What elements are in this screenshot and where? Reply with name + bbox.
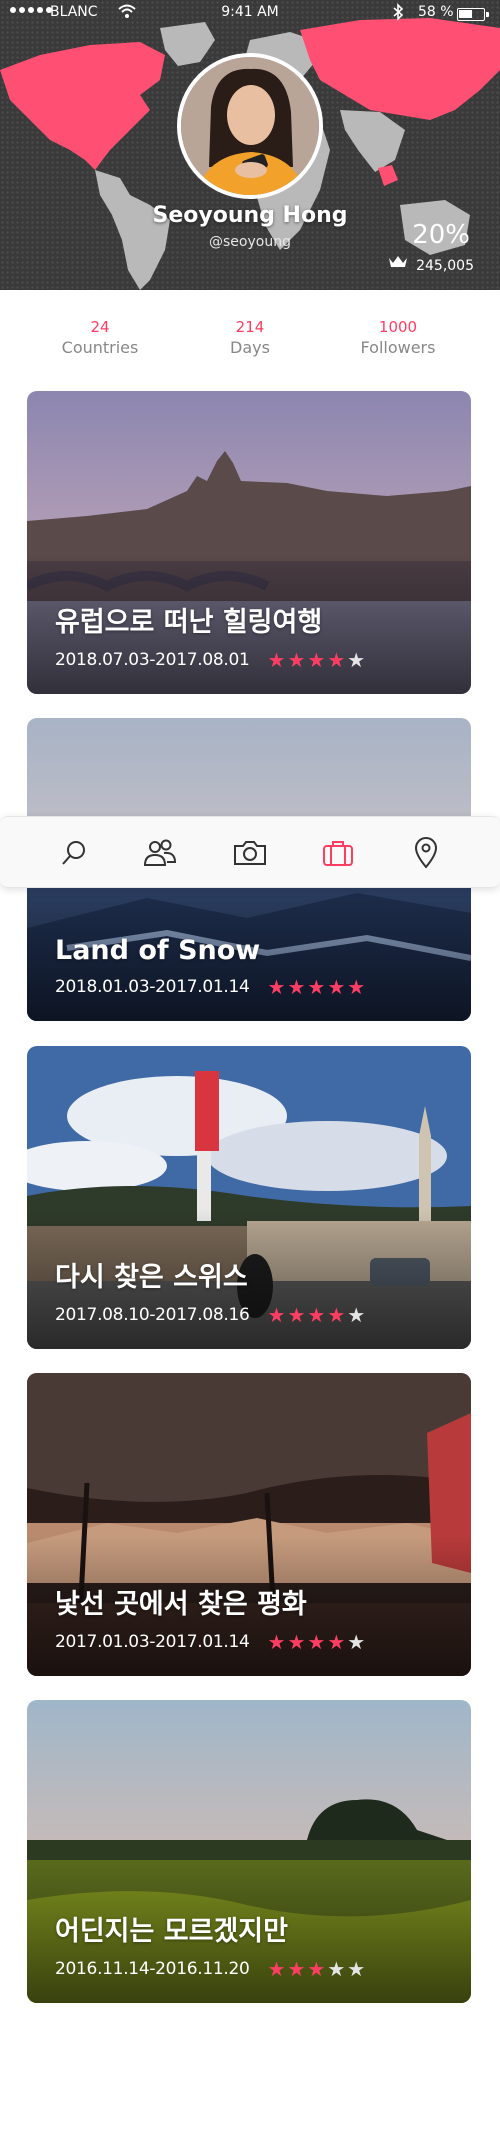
star-filled-icon: ★ [267,1630,286,1654]
star-filled-icon: ★ [327,975,346,999]
stat-value: 24 [90,318,110,336]
stat-value: 1000 [378,318,418,336]
star-empty-icon: ★ [347,1303,366,1327]
trip-dates: 2016.11.14-2016.11.20 [55,1959,250,1979]
trip-card[interactable]: 낯선 곳에서 찾은 평화 2017.01.03-2017.01.14 ★ ★ ★ ★ ★ [27,1373,471,1676]
crown-icon [389,256,407,267]
tab-camera[interactable] [228,831,272,875]
profile-score: 245,005 [416,258,474,274]
star-empty-icon: ★ [347,1957,366,1981]
people-icon [143,839,177,866]
profile-header: BLANC 9:41 AM 58 % Seoyoung Hong @seoyou… [0,0,500,290]
star-filled-icon: ★ [307,1957,326,1981]
star-filled-icon: ★ [307,1303,326,1327]
star-filled-icon: ★ [307,975,326,999]
trip-title: 어딘지는 모르겠지만 [55,1916,288,1947]
star-empty-icon: ★ [347,648,366,672]
stat-label: Followers [360,338,436,357]
tab-trips[interactable] [316,831,360,875]
stat-value: 214 [235,318,265,336]
trip-meta: 2016.11.14-2016.11.20 ★ ★ ★ ★ ★ [55,1959,365,1979]
trip-rating: ★ ★ ★ ★ ★ [268,1632,366,1652]
star-filled-icon: ★ [327,1303,346,1327]
trip-meta: 2017.01.03-2017.01.14 ★ ★ ★ ★ ★ [55,1632,365,1652]
trip-title: 낯선 곳에서 찾은 평화 [55,1589,307,1620]
trip-card[interactable]: 다시 찾은 스위스 2017.08.10-2017.08.16 ★ ★ ★ ★ ★ [27,1046,471,1349]
bluetooth-icon [393,3,404,21]
star-filled-icon: ★ [287,1957,306,1981]
trip-rating: ★ ★ ★ ★ ★ [268,977,366,997]
star-filled-icon: ★ [287,648,306,672]
search-icon [62,841,85,865]
tab-people[interactable] [138,831,182,875]
suitcase-icon [323,841,353,866]
trip-dates: 2017.08.10-2017.08.16 [55,1305,250,1325]
stat-followers[interactable]: 1000 Followers [328,318,468,357]
tab-location[interactable] [404,831,448,875]
stat-countries[interactable]: 24 Countries [30,318,170,357]
bottom-tab-bar [0,816,500,888]
location-pin-icon [414,837,438,869]
profile-avatar[interactable] [177,53,323,199]
trip-title: Land of Snow [55,935,261,966]
avatar-portrait [181,57,319,195]
star-filled-icon: ★ [327,648,346,672]
trip-meta: 2018.01.03-2017.01.14 ★ ★ ★ ★ ★ [55,977,365,997]
star-filled-icon: ★ [267,975,286,999]
progress-percent: 20% [412,220,470,250]
trip-dates: 2018.07.03-2017.08.01 [55,650,250,670]
star-empty-icon: ★ [327,1957,346,1981]
star-filled-icon: ★ [287,975,306,999]
profile-stats: 24 Countries 214 Days 1000 Followers [0,318,500,362]
tab-search[interactable] [52,831,96,875]
trip-rating: ★ ★ ★ ★ ★ [268,650,366,670]
trip-card[interactable]: 유럽으로 떠난 힐링여행 2018.07.03-2017.08.01 ★ ★ ★ ★ ★ [27,391,471,694]
star-filled-icon: ★ [307,1630,326,1654]
trip-meta: 2018.07.03-2017.08.01 ★ ★ ★ ★ ★ [55,650,365,670]
star-filled-icon: ★ [307,648,326,672]
star-filled-icon: ★ [327,1630,346,1654]
star-filled-icon: ★ [267,1957,286,1981]
stat-label: Countries [61,338,139,357]
trip-card[interactable]: 어딘지는 모르겠지만 2016.11.14-2016.11.20 ★ ★ ★ ★ ★ [27,1700,471,2003]
star-filled-icon: ★ [287,1303,306,1327]
trip-dates: 2017.01.03-2017.01.14 [55,1632,250,1652]
trip-title: 다시 찾은 스위스 [55,1262,248,1293]
star-filled-icon: ★ [287,1630,306,1654]
star-filled-icon: ★ [267,648,286,672]
star-filled-icon: ★ [347,975,366,999]
trip-rating: ★ ★ ★ ★ ★ [268,1305,366,1325]
stat-label: Days [230,338,270,357]
star-empty-icon: ★ [347,1630,366,1654]
trip-meta: 2017.08.10-2017.08.16 ★ ★ ★ ★ ★ [55,1305,365,1325]
star-filled-icon: ★ [267,1303,286,1327]
status-bar: BLANC 9:41 AM 58 % [0,0,500,28]
battery-icon [457,8,489,21]
stat-days[interactable]: 214 Days [180,318,320,357]
trip-title: 유럽으로 떠난 힐링여행 [55,607,323,638]
battery-percent: 58 % [418,4,454,20]
trip-rating: ★ ★ ★ ★ ★ [268,1959,366,1979]
trip-dates: 2018.01.03-2017.01.14 [55,977,250,997]
camera-icon [234,841,266,865]
